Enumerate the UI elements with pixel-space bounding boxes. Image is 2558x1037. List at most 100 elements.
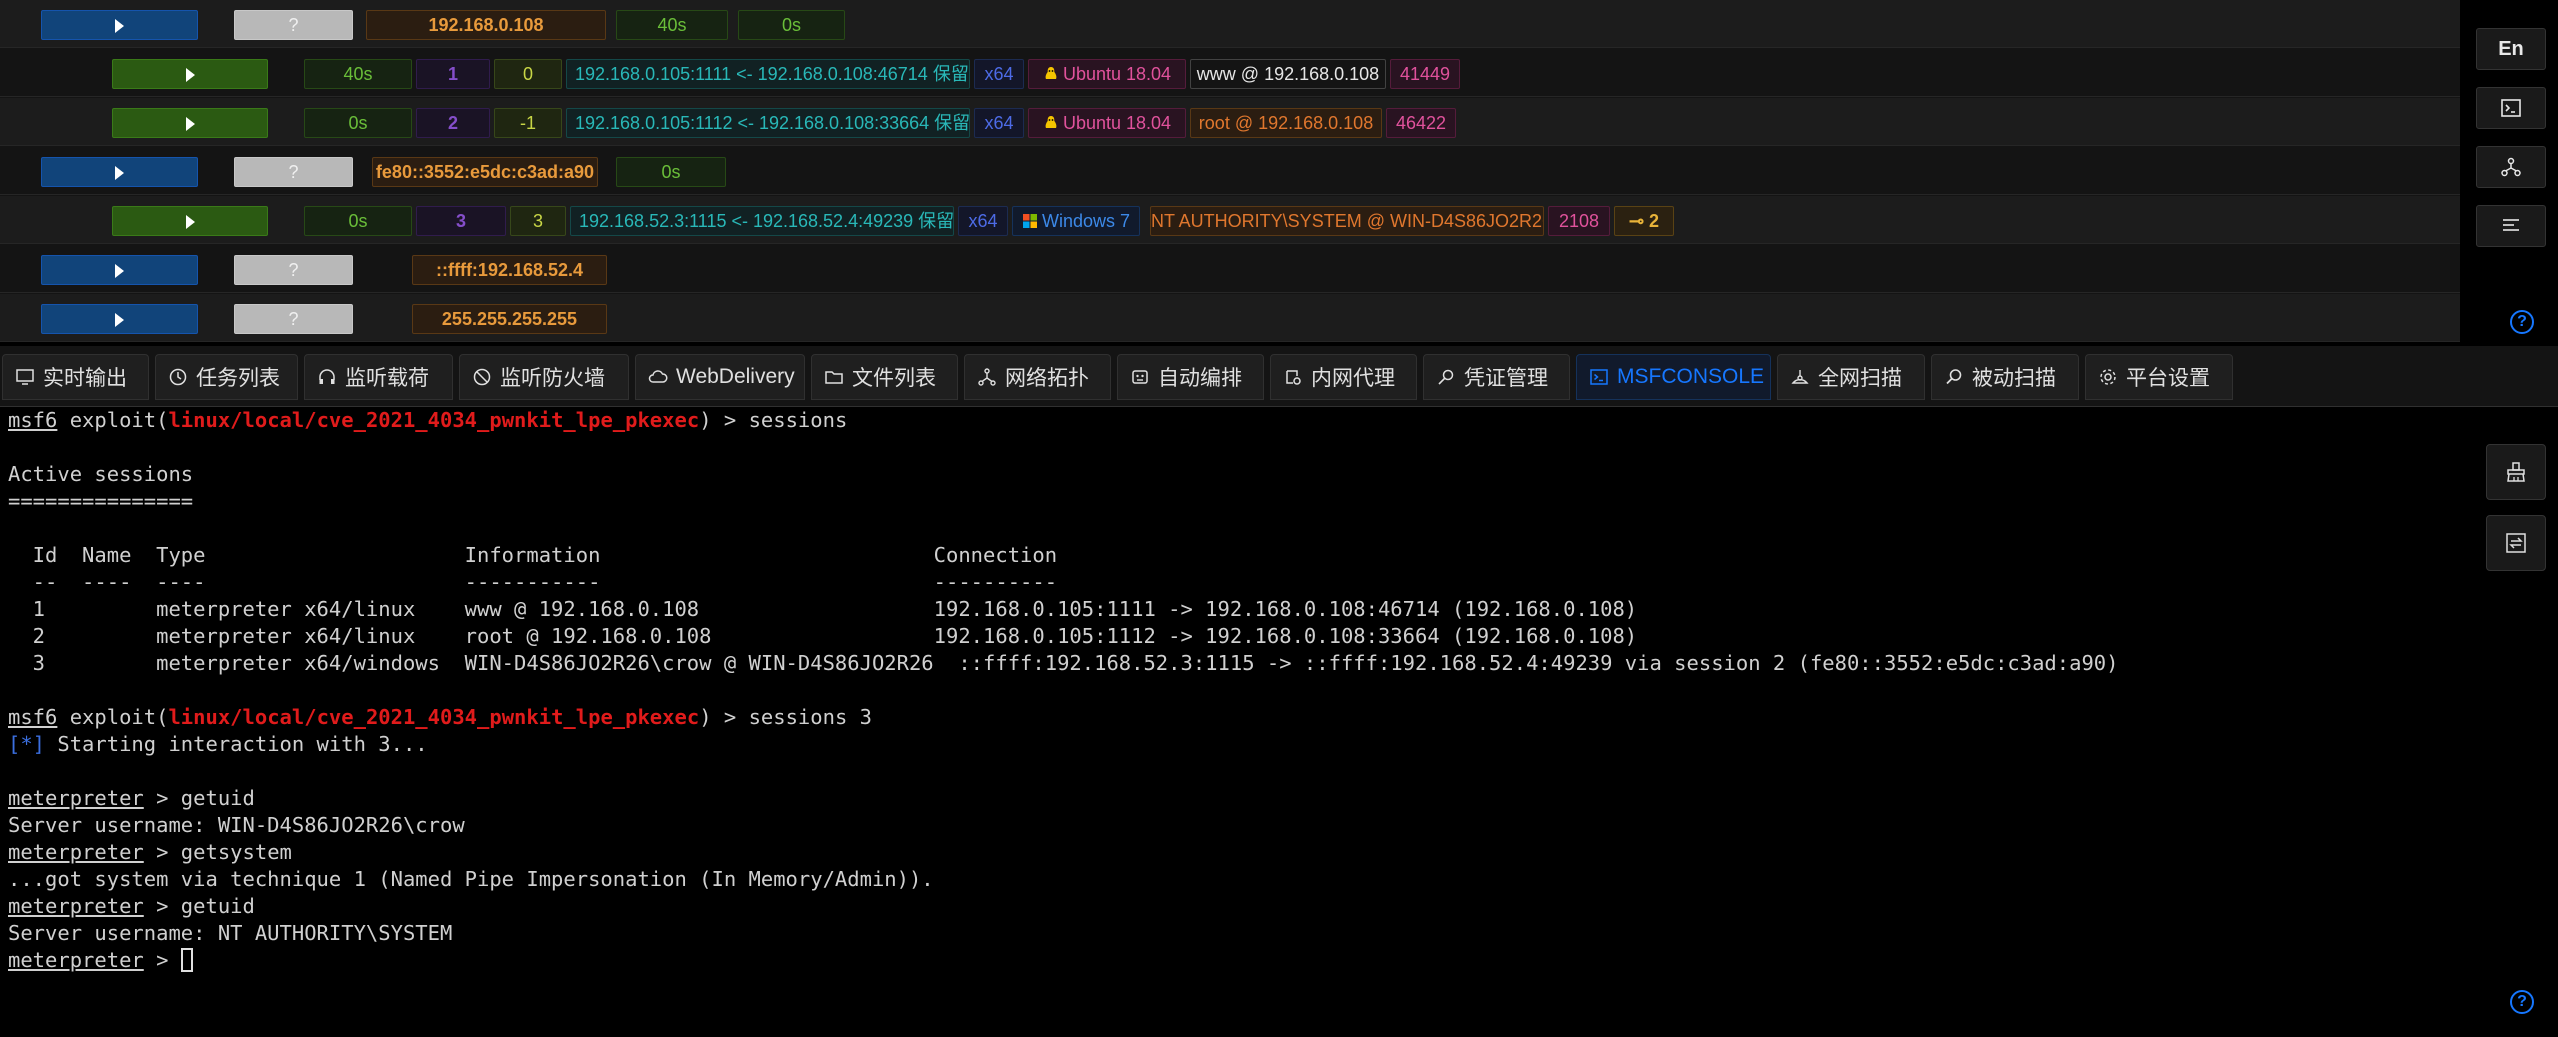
tab-platform-settings[interactable]: 平台设置: [2085, 354, 2233, 400]
align-left-icon: [2503, 219, 2519, 231]
host-time-tag: 40s: [616, 10, 728, 40]
refresh-terminal-button[interactable]: [2486, 515, 2546, 571]
caret-right-icon: [115, 166, 124, 181]
open-session-button[interactable]: [112, 206, 268, 236]
session-time-tag: 0s: [304, 108, 412, 138]
session-id-tag: 3: [416, 206, 506, 236]
session-connection-tag: 192.168.0.105:1112 <- 192.168.0.108:3366…: [566, 108, 970, 138]
caret-right-icon: [115, 19, 124, 34]
session-id-tag: 1: [416, 59, 490, 89]
text-cursor: [180, 948, 193, 972]
terminal-line: 2 meterpreter x64/linux root @ 192.168.0…: [8, 624, 1638, 648]
os-label: Ubuntu 18.04: [1062, 64, 1172, 84]
language-button[interactable]: En: [2476, 28, 2546, 70]
tab-label: 平台设置: [2126, 367, 2210, 390]
help-icon[interactable]: ?: [2510, 990, 2534, 1014]
gear-icon: [2100, 369, 2116, 385]
tab-file-list[interactable]: 文件列表: [811, 354, 958, 400]
session-time-tag: 0s: [304, 206, 412, 236]
session-row: 40s 1 0 192.168.0.105:1111 <- 192.168.0.…: [0, 49, 2460, 97]
msfconsole-terminal[interactable]: msf6 exploit(linux/local/cve_2021_4034_p…: [0, 407, 2460, 1037]
host-time-tag: 0s: [738, 10, 845, 40]
tab-task-list[interactable]: 任务列表: [155, 354, 298, 400]
tab-label: 全网扫描: [1818, 367, 1902, 390]
clear-terminal-button[interactable]: [2486, 444, 2546, 500]
expand-host-button[interactable]: [41, 157, 198, 187]
tab-label: 网络拓扑: [1005, 367, 1089, 390]
tab-label: 内网代理: [1311, 367, 1395, 390]
tab-realtime-output[interactable]: 实时输出: [2, 354, 149, 400]
os-label: Windows 7: [1041, 211, 1131, 231]
msf-prompt: msf6: [8, 408, 58, 432]
robot-icon: [1132, 370, 1148, 384]
terminal-line: meterpreter > getuid: [8, 894, 255, 918]
open-session-button[interactable]: [112, 59, 268, 89]
tab-label: WebDelivery: [676, 365, 795, 388]
tab-listen-payload[interactable]: 监听载荷: [304, 354, 453, 400]
open-session-button[interactable]: [112, 108, 268, 138]
terminal-line: msf6 exploit(linux/local/cve_2021_4034_p…: [8, 705, 872, 729]
caret-right-icon: [185, 215, 195, 230]
command-text: getuid: [180, 894, 255, 918]
help-icon[interactable]: ?: [2510, 310, 2534, 334]
meterpreter-prompt: meterpreter: [8, 894, 144, 918]
tab-network-topology[interactable]: 网络拓扑: [964, 354, 1111, 400]
linux-icon: [1045, 116, 1057, 128]
host-status-badge: ?: [234, 255, 353, 285]
tab-label: 文件列表: [852, 367, 936, 390]
caret-right-icon: [185, 117, 195, 132]
expand-host-button[interactable]: [41, 255, 198, 285]
session-row: 0s 3 3 192.168.52.3:1115 <- 192.168.52.4…: [0, 196, 2460, 244]
exploit-word: exploit: [69, 408, 157, 432]
caret-right-icon: [115, 313, 124, 328]
radar-icon: [1791, 370, 1809, 384]
session-os-tag: Ubuntu 18.04: [1028, 59, 1186, 89]
expand-host-button[interactable]: [41, 304, 198, 334]
key-icon: ⊸: [1628, 211, 1645, 231]
command-text: getuid: [180, 786, 255, 810]
terminal-icon: [1590, 369, 1608, 385]
tab-intranet-proxy[interactable]: 内网代理: [1270, 354, 1417, 400]
module-name: linux/local/cve_2021_4034_pwnkit_lpe_pke…: [168, 408, 700, 432]
key-icon: [1438, 369, 1454, 385]
terminal-line: Server username: WIN-D4S86JO2R26\crow: [8, 813, 465, 837]
host-row: ? fe80::3552:e5dc:c3ad:a90 0s: [0, 147, 2460, 195]
topology-button[interactable]: [2476, 146, 2546, 188]
session-pid-tag: 41449: [1390, 59, 1460, 89]
terminal-line: 1 meterpreter x64/linux www @ 192.168.0.…: [8, 597, 1638, 621]
tab-msfconsole[interactable]: MSFCONSOLE: [1576, 354, 1771, 400]
tab-credential-management[interactable]: 凭证管理: [1423, 354, 1570, 400]
tab-label: 任务列表: [196, 367, 280, 390]
host-ip-tag: fe80::3552:e5dc:c3ad:a90: [372, 157, 598, 187]
tab-label: 监听载荷: [345, 367, 429, 390]
stop-icon: [473, 368, 491, 386]
session-os-tag: Ubuntu 18.04: [1028, 108, 1186, 138]
list-button[interactable]: [2476, 205, 2546, 247]
linux-icon: [1045, 67, 1057, 79]
tab-listen-firewall[interactable]: 监听防火墙: [459, 354, 629, 400]
monitor-icon: [16, 369, 34, 385]
tab-passive-scan[interactable]: 被动扫描: [1931, 354, 2079, 400]
terminal-input-line[interactable]: meterpreter >: [8, 947, 193, 974]
terminal-line: msf6 exploit(linux/local/cve_2021_4034_p…: [8, 408, 848, 432]
session-user-tag: NT AUTHORITY\SYSTEM @ WIN-D4S86JO2R26: [1150, 206, 1544, 236]
host-row: ? 192.168.0.108 40s 0s: [0, 0, 2460, 48]
tab-label: MSFCONSOLE: [1617, 365, 1765, 388]
terminal-line: meterpreter > getuid: [8, 786, 255, 810]
session-pid-tag: 2108: [1548, 206, 1610, 236]
terminal-button[interactable]: [2476, 87, 2546, 129]
session-connection-tag: 192.168.0.105:1111 <- 192.168.0.108:4671…: [566, 59, 970, 89]
host-time-tag: 0s: [616, 157, 726, 187]
tab-full-network-scan[interactable]: 全网扫描: [1777, 354, 1925, 400]
session-row: 0s 2 -1 192.168.0.105:1112 <- 192.168.0.…: [0, 98, 2460, 146]
host-ip-tag: 255.255.255.255: [412, 304, 607, 334]
expand-host-button[interactable]: [41, 10, 198, 40]
tab-label: 自动编排: [1158, 367, 1242, 390]
host-ip-tag: 192.168.0.108: [366, 10, 606, 40]
msf-prompt: msf6: [8, 705, 58, 729]
tab-webdelivery[interactable]: WebDelivery: [635, 354, 805, 400]
command-text: sessions: [748, 408, 848, 432]
tab-auto-orchestration[interactable]: 自动编排: [1117, 354, 1264, 400]
host-ip-tag: ::ffff:192.168.52.4: [412, 255, 607, 285]
meterpreter-prompt: meterpreter: [8, 786, 144, 810]
